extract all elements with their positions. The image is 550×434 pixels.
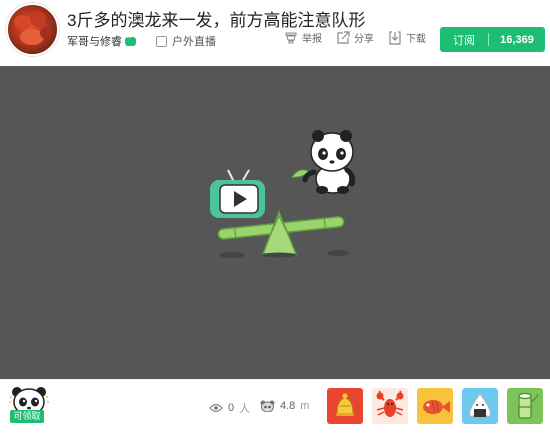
lobster-gift-icon[interactable] (372, 388, 408, 424)
download-icon (389, 30, 401, 45)
bamboo-gift-icon[interactable] (507, 388, 543, 424)
gift-bar (327, 388, 550, 424)
viewer-count: 0 人 (209, 400, 250, 416)
viewer-unit: 人 (239, 403, 251, 415)
download-button[interactable]: 下载 (388, 30, 426, 45)
report-icon (285, 32, 297, 44)
share-icon (337, 30, 350, 44)
onigiri-gift-icon[interactable] (462, 388, 498, 424)
panda-mascot (302, 130, 356, 194)
loading-illustration (210, 130, 356, 258)
panda-small-icon (260, 400, 275, 412)
eye-icon (209, 403, 223, 413)
claim-reward-button[interactable]: 可领取 (10, 410, 44, 423)
download-label: 下载 (406, 34, 426, 45)
share-label: 分享 (354, 34, 374, 45)
chat-bubble-icon (125, 33, 136, 46)
anchor-avatar[interactable] (6, 3, 59, 56)
panda-reward-badge[interactable] (8, 386, 50, 430)
seesaw-shadow-right (327, 250, 349, 256)
golden-bell-gift-icon[interactable] (327, 388, 363, 424)
anchor-info: 军哥与修睿 户外直播 (67, 33, 216, 49)
tv-icon (210, 169, 265, 218)
category-icon (156, 35, 167, 47)
anchor-name[interactable]: 军哥与修睿 (67, 33, 122, 49)
subscriber-count: 16,369 (500, 33, 534, 46)
seesaw-shadow-left (219, 252, 245, 258)
bamboo-height: 4.8 m (260, 400, 309, 412)
stream-header: 3斤多的澳龙来一发，前方高能注意队形 军哥与修睿 户外直播 举报 分享 下载 (0, 0, 550, 60)
report-label: 举报 (302, 34, 322, 45)
report-button[interactable]: 举报 (284, 30, 322, 45)
subscribe-button[interactable]: 订阅 16,369 (440, 27, 545, 52)
video-player[interactable] (0, 66, 550, 379)
share-button[interactable]: 分享 (336, 30, 374, 45)
stream-title: 3斤多的澳龙来一发，前方高能注意队形 (67, 11, 366, 30)
bamboo-unit: m (300, 400, 310, 412)
fish-gift-icon[interactable] (417, 388, 453, 424)
category-label[interactable]: 户外直播 (172, 33, 216, 49)
subscribe-label: 订阅 (453, 34, 475, 47)
bottom-bar: 可领取 0 人 4.8 m (0, 379, 550, 434)
action-bar: 举报 分享 下载 (284, 30, 440, 45)
viewer-number: 0 (228, 402, 235, 414)
bamboo-number: 4.8 (280, 400, 296, 412)
